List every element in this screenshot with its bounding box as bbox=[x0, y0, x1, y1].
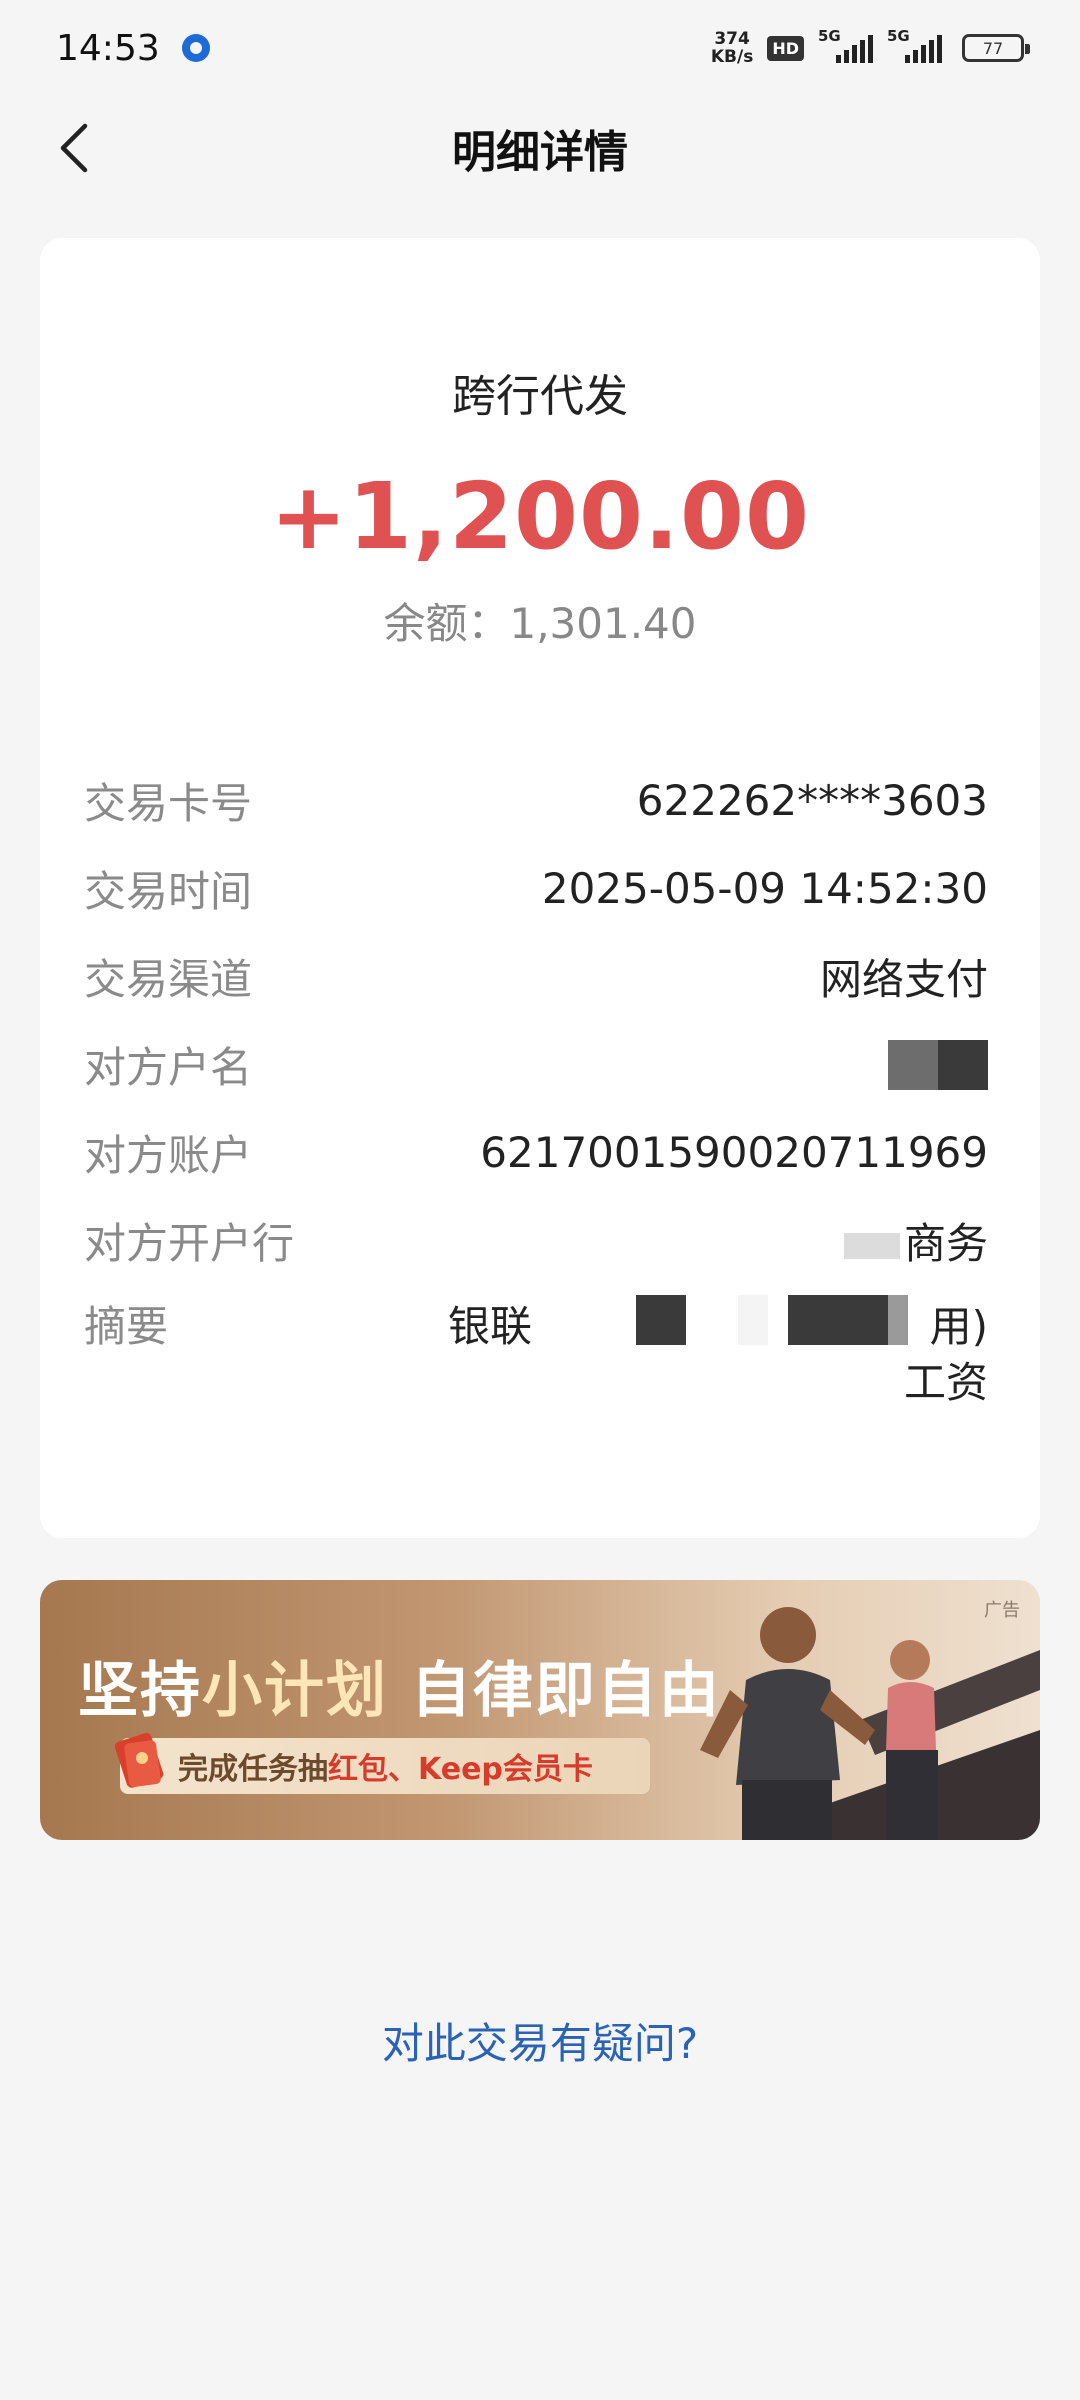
ad-headline: 坚持小计划 自律即自由 bbox=[78, 1642, 721, 1729]
app-notification-icon bbox=[181, 34, 210, 62]
summary-text-end: 用) bbox=[929, 1302, 988, 1351]
detail-label: 交易时间 bbox=[84, 866, 253, 916]
redacted-value bbox=[888, 1038, 988, 1091]
redaction-block bbox=[843, 1233, 900, 1259]
chevron-left-icon bbox=[60, 123, 88, 173]
status-left: 14:53 bbox=[56, 28, 210, 69]
redaction-block bbox=[888, 1295, 908, 1345]
ad-banner[interactable]: 广告 坚持小计划 自律即自由 完成任务抽 红包、Keep会员卡 bbox=[40, 1580, 1040, 1840]
transaction-question-link[interactable]: 对此交易有疑问? bbox=[0, 2010, 1080, 2071]
detail-row-payer-account: 对方账户 6217001590020711969 bbox=[84, 1117, 988, 1187]
ad-subtitle: 完成任务抽 红包、Keep会员卡 bbox=[120, 1738, 650, 1794]
network-speed: 374 KB/s bbox=[711, 30, 753, 66]
status-bar: 14:53 374 KB/s HD 5G 5G 77 bbox=[0, 0, 1080, 96]
redaction-block bbox=[888, 1040, 988, 1091]
ad-subtitle-part1: 完成任务抽 bbox=[178, 1752, 328, 1787]
red-packet-icon bbox=[114, 1732, 164, 1788]
detail-row-payer-name: 对方户名 bbox=[84, 1029, 988, 1099]
signal-1-label: 5G bbox=[818, 27, 841, 45]
detail-value: 2025-05-09 14:52:30 bbox=[541, 863, 988, 913]
ad-headline-highlight: 小计划 bbox=[202, 1656, 388, 1726]
summary-text-start: 银联 bbox=[448, 1302, 533, 1351]
detail-label: 对方开户行 bbox=[84, 1218, 295, 1268]
status-right: 374 KB/s HD 5G 5G 77 bbox=[711, 27, 1030, 66]
transaction-type: 跨行代发 bbox=[452, 371, 628, 422]
redaction-block bbox=[636, 1295, 686, 1345]
summary-value-line1: 银联 用) bbox=[448, 1293, 988, 1351]
detail-row-channel: 交易渠道 网络支付 bbox=[84, 941, 988, 1011]
network-speed-value: 374 bbox=[714, 29, 750, 49]
network-speed-unit: KB/s bbox=[710, 47, 754, 67]
ad-subtitle-highlight: 红包、Keep会员卡 bbox=[328, 1752, 593, 1787]
signal-2-label: 5G bbox=[887, 27, 910, 45]
redaction-block bbox=[738, 1295, 768, 1345]
detail-value: 6217001590020711969 bbox=[480, 1127, 988, 1177]
nav-bar: 明细详情 bbox=[0, 96, 1080, 200]
detail-row-payer-bank: 对方开户行 商务 bbox=[84, 1205, 988, 1275]
detail-label: 交易渠道 bbox=[84, 954, 253, 1004]
page-title: 明细详情 bbox=[452, 127, 628, 178]
back-button[interactable] bbox=[48, 122, 100, 174]
detail-value: 商务 bbox=[843, 1210, 988, 1271]
redaction-block bbox=[788, 1295, 888, 1345]
detail-row-time: 交易时间 2025-05-09 14:52:30 bbox=[84, 853, 988, 923]
battery-level: 77 bbox=[982, 38, 1004, 58]
battery-icon: 77 bbox=[962, 34, 1030, 62]
detail-label: 摘要 bbox=[84, 1302, 169, 1351]
detail-value: 网络支付 bbox=[819, 954, 988, 1004]
detail-label: 对方户名 bbox=[84, 1042, 253, 1092]
summary-value-line2: 工资 bbox=[903, 1358, 988, 1407]
detail-value: 622262****3603 bbox=[636, 775, 988, 825]
payer-bank-visible-text: 商务 bbox=[903, 1218, 988, 1268]
hd-voice-icon: HD bbox=[767, 35, 804, 61]
detail-label: 交易卡号 bbox=[84, 778, 253, 828]
detail-row-card-number: 交易卡号 622262****3603 bbox=[84, 765, 988, 835]
signal-1-icon: 5G bbox=[818, 27, 873, 63]
status-time: 14:53 bbox=[56, 27, 160, 69]
transaction-amount: +1,200.00 bbox=[269, 463, 811, 570]
balance-after: 余额：1,301.40 bbox=[383, 599, 697, 648]
transaction-detail-card: 跨行代发 +1,200.00 余额：1,301.40 交易卡号 622262**… bbox=[40, 238, 1040, 1538]
ad-headline-part1: 坚持 bbox=[78, 1656, 202, 1726]
signal-2-icon: 5G bbox=[887, 27, 942, 63]
runners-illustration bbox=[700, 1607, 1040, 1840]
detail-label: 对方账户 bbox=[84, 1130, 253, 1180]
